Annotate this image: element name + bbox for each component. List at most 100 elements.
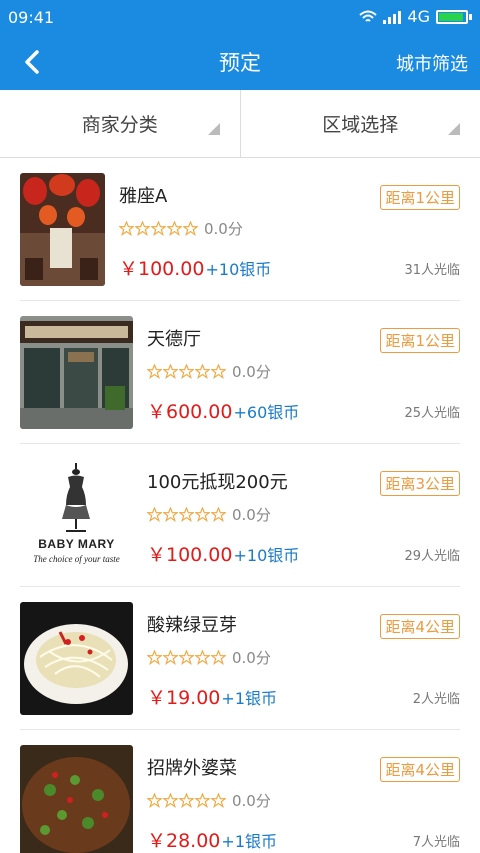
- star-outline-icon: [179, 650, 194, 665]
- list-item[interactable]: 雅座A 距离1公里 0.0分 ￥100.00+10银币 31人光临: [0, 158, 480, 301]
- star-outline-icon: [195, 507, 210, 522]
- distance-badge: 距离4公里: [380, 614, 460, 639]
- item-name: 招牌外婆菜: [147, 758, 237, 779]
- star-outline-icon: [167, 221, 182, 236]
- rating: 0.0分: [119, 218, 243, 239]
- item-name: 雅座A: [119, 186, 168, 207]
- distance-badge: 距离3公里: [380, 471, 460, 496]
- price: ￥600.00+60银币: [147, 397, 299, 424]
- star-outline-icon: [151, 221, 166, 236]
- thumbnail-storefront: [20, 316, 133, 429]
- star-outline-icon: [179, 507, 194, 522]
- category-filter[interactable]: 商家分类: [0, 90, 240, 157]
- star-outline-icon: [163, 650, 178, 665]
- star-outline-icon: [147, 364, 162, 379]
- star-outline-icon: [195, 364, 210, 379]
- visit-count: 25人光临: [404, 406, 460, 421]
- battery-icon: [436, 9, 468, 24]
- star-outline-icon: [179, 364, 194, 379]
- visit-count: 2人光临: [412, 692, 460, 707]
- rating-score: 0.0分: [232, 363, 271, 381]
- star-outline-icon: [195, 793, 210, 808]
- coin-bonus: +1银币: [221, 689, 277, 708]
- thumbnail-brand: BABY MARY The choice of your taste: [20, 459, 133, 572]
- status-icons: 4G: [359, 7, 472, 26]
- star-outline-icon: [211, 507, 226, 522]
- star-outline-icon: [147, 650, 162, 665]
- dropdown-corner-icon: [448, 123, 460, 135]
- star-outline-icon: [195, 650, 210, 665]
- coin-bonus: +10银币: [233, 546, 300, 565]
- visit-count: 29人光临: [404, 549, 460, 564]
- app-bar: 预定 城市筛选: [0, 34, 480, 90]
- rating: 0.0分: [147, 504, 271, 525]
- price-value: ￥600.00: [147, 401, 233, 423]
- rating-stars-icon: [147, 650, 226, 665]
- filter-bar: 商家分类 区域选择: [0, 90, 480, 158]
- rating-stars-icon: [147, 507, 226, 522]
- price: ￥100.00+10银币: [147, 540, 299, 567]
- price-value: ￥100.00: [119, 258, 205, 280]
- region-filter-label: 区域选择: [322, 114, 399, 136]
- star-outline-icon: [135, 221, 150, 236]
- rating: 0.0分: [147, 361, 271, 382]
- star-outline-icon: [211, 364, 226, 379]
- star-outline-icon: [211, 650, 226, 665]
- star-outline-icon: [147, 507, 162, 522]
- thumbnail-lanterns: [20, 173, 105, 286]
- item-name: 100元抵现200元: [147, 472, 288, 493]
- list-item[interactable]: BABY MARY The choice of your taste 100元抵…: [0, 444, 480, 587]
- price-value: ￥19.00: [147, 687, 221, 709]
- star-outline-icon: [211, 793, 226, 808]
- rating-score: 0.0分: [232, 649, 271, 667]
- visit-count: 7人光临: [412, 835, 460, 850]
- rating-stars-icon: [119, 221, 198, 236]
- status-time: 09:41: [8, 8, 55, 27]
- city-filter-button[interactable]: 城市筛选: [396, 50, 468, 76]
- list-item[interactable]: 天德厅 距离1公里 0.0分 ￥600.00+60银币 25人光临: [0, 301, 480, 444]
- rating-score: 0.0分: [204, 220, 243, 238]
- category-filter-label: 商家分类: [81, 114, 158, 136]
- star-outline-icon: [163, 793, 178, 808]
- star-outline-icon: [119, 221, 134, 236]
- price: ￥28.00+1银币: [147, 826, 277, 853]
- coin-bonus: +1银币: [221, 832, 277, 851]
- rating-score: 0.0分: [232, 792, 271, 810]
- merchant-list: 雅座A 距离1公里 0.0分 ￥100.00+10银币 31人光临 天德厅 距离…: [0, 158, 480, 853]
- item-name: 天德厅: [147, 329, 201, 350]
- signal-icon: [383, 10, 402, 24]
- price: ￥19.00+1银币: [147, 683, 277, 710]
- list-item[interactable]: 招牌外婆菜 距离4公里 0.0分 ￥28.00+1银币 7人光临: [0, 730, 480, 853]
- star-outline-icon: [163, 364, 178, 379]
- rating-score: 0.0分: [232, 506, 271, 524]
- rating-stars-icon: [147, 793, 226, 808]
- star-outline-icon: [183, 221, 198, 236]
- brand-tagline: The choice of your taste: [33, 554, 120, 564]
- distance-badge: 距离1公里: [380, 328, 460, 353]
- price-value: ￥100.00: [147, 544, 233, 566]
- item-name: 酸辣绿豆芽: [147, 615, 237, 636]
- coin-bonus: +10银币: [205, 260, 272, 279]
- star-outline-icon: [163, 507, 178, 522]
- distance-badge: 距离4公里: [380, 757, 460, 782]
- rating: 0.0分: [147, 647, 271, 668]
- rating: 0.0分: [147, 790, 271, 811]
- star-outline-icon: [147, 793, 162, 808]
- dropdown-corner-icon: [207, 123, 220, 135]
- battery-tip: [469, 13, 472, 20]
- list-item[interactable]: 酸辣绿豆芽 距离4公里 0.0分 ￥19.00+1银币 2人光临: [0, 587, 480, 730]
- distance-badge: 距离1公里: [380, 185, 460, 210]
- thumbnail-sprouts: [20, 602, 133, 715]
- thumbnail-greens: [20, 745, 133, 853]
- status-bar: 09:41 4G: [0, 0, 480, 34]
- network-type: 4G: [407, 7, 430, 26]
- brand-logo-text: BABY MARY: [38, 537, 115, 551]
- region-filter[interactable]: 区域选择: [239, 90, 480, 157]
- rating-stars-icon: [147, 364, 226, 379]
- price-value: ￥28.00: [147, 830, 221, 852]
- wifi-icon: [359, 10, 378, 22]
- visit-count: 31人光临: [404, 263, 460, 278]
- coin-bonus: +60银币: [233, 403, 300, 422]
- price: ￥100.00+10银币: [119, 254, 271, 281]
- star-outline-icon: [179, 793, 194, 808]
